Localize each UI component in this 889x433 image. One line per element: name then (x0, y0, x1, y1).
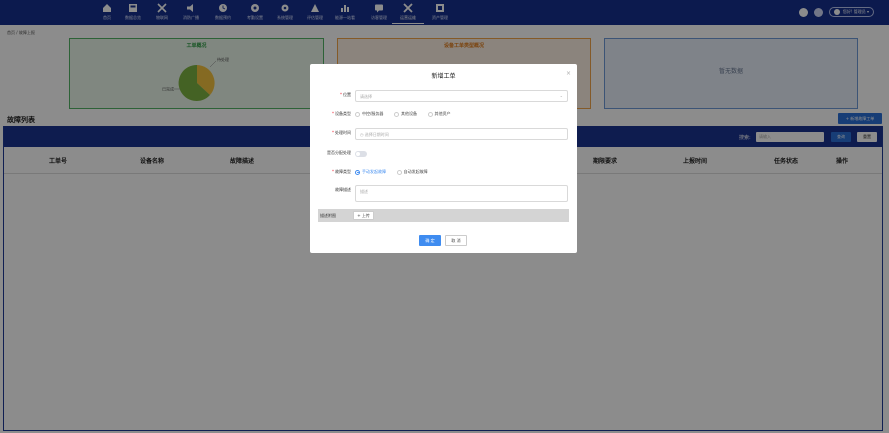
time-label: *处理时间 (332, 130, 351, 135)
location-select[interactable]: 请选择 ⌄ (355, 90, 568, 102)
close-icon[interactable]: × (566, 70, 571, 77)
dialog-title: 新增工单 (431, 73, 456, 80)
confirm-button[interactable]: 确 定 (419, 235, 441, 246)
device-type-radios: 中控/服务器 其他设备 其他资产 (355, 111, 460, 118)
attachment-row: 描述附图 + 上传 (318, 209, 569, 222)
report-type-radios: 手动发起故障 自动发起故障 (355, 169, 437, 176)
device-type-label: *设备类型 (332, 111, 351, 116)
description-row: 故障描述 描述 (310, 185, 577, 202)
dispatch-row: 是否分配处理 (310, 148, 577, 160)
cancel-button[interactable]: 取 消 (445, 235, 467, 246)
report-type-label: *故障类型 (332, 169, 351, 174)
radio-device-other[interactable]: 其他设备 (393, 111, 417, 117)
location-label: *位置 (340, 92, 351, 97)
device-type-row: *设备类型 中控/服务器 其他设备 其他资产 (310, 109, 577, 121)
description-label: 故障描述 (335, 187, 351, 192)
location-row: *位置 请选择 ⌄ (310, 90, 577, 102)
dispatch-toggle[interactable] (355, 151, 367, 157)
datetime-input[interactable]: ◷ 选择日期时间 (355, 128, 568, 140)
chevron-down-icon: ⌄ (559, 93, 563, 98)
attachment-label: 描述附图 (320, 213, 336, 218)
radio-asset-other[interactable]: 其他资产 (427, 111, 451, 117)
radio-device-server[interactable]: 中控/服务器 (355, 111, 383, 117)
dispatch-label: 是否分配处理 (327, 150, 351, 155)
description-textarea[interactable]: 描述 (355, 185, 568, 202)
report-type-row: *故障类型 手动发起故障 自动发起故障 (310, 167, 577, 179)
new-work-order-dialog: 新增工单 × *位置 请选择 ⌄ *设备类型 中控/服务器 其他设备 其他资产 … (310, 64, 577, 253)
upload-button[interactable]: + 上传 (353, 211, 374, 220)
radio-manual-report[interactable]: 手动发起故障 (355, 169, 386, 175)
time-row: *处理时间 ◷ 选择日期时间 (310, 128, 577, 140)
radio-auto-report[interactable]: 自动发起故障 (396, 169, 428, 175)
